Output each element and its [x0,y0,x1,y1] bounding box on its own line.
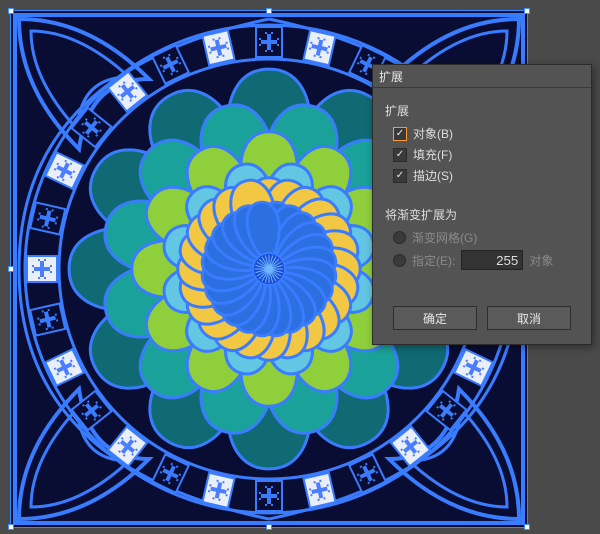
group-title-expand: 扩展 [385,102,579,119]
checkbox-object[interactable] [393,127,407,141]
selection-handle[interactable] [266,524,272,530]
ok-button[interactable]: 确定 [393,306,477,330]
selection-handle[interactable] [8,8,14,14]
checkbox-fill[interactable] [393,148,407,162]
radio-specify [393,254,406,267]
cancel-button[interactable]: 取消 [487,306,571,330]
radio-specify-label: 指定(E): [412,252,455,269]
radio-gradient-mesh [393,231,406,244]
selection-handle[interactable] [8,266,14,272]
selection-handle[interactable] [524,524,530,530]
specify-count-input [461,250,523,270]
selection-handle[interactable] [8,524,14,530]
selection-handle[interactable] [266,8,272,14]
specify-suffix: 对象 [529,252,553,269]
expand-dialog: 扩展 扩展 对象(B) 填充(F) 描边(S) 将渐变扩展为 渐变网格(G) [372,64,592,345]
dialog-titlebar[interactable]: 扩展 [373,65,591,88]
selection-handle[interactable] [524,8,530,14]
checkbox-stroke-label: 描边(S) [413,167,453,184]
dialog-title: 扩展 [379,68,403,85]
radio-gradient-mesh-label: 渐变网格(G) [412,229,477,246]
checkbox-stroke[interactable] [393,169,407,183]
group-title-gradient: 将渐变扩展为 [385,206,579,223]
checkbox-fill-label: 填充(F) [413,146,452,163]
checkbox-object-label: 对象(B) [413,125,453,142]
